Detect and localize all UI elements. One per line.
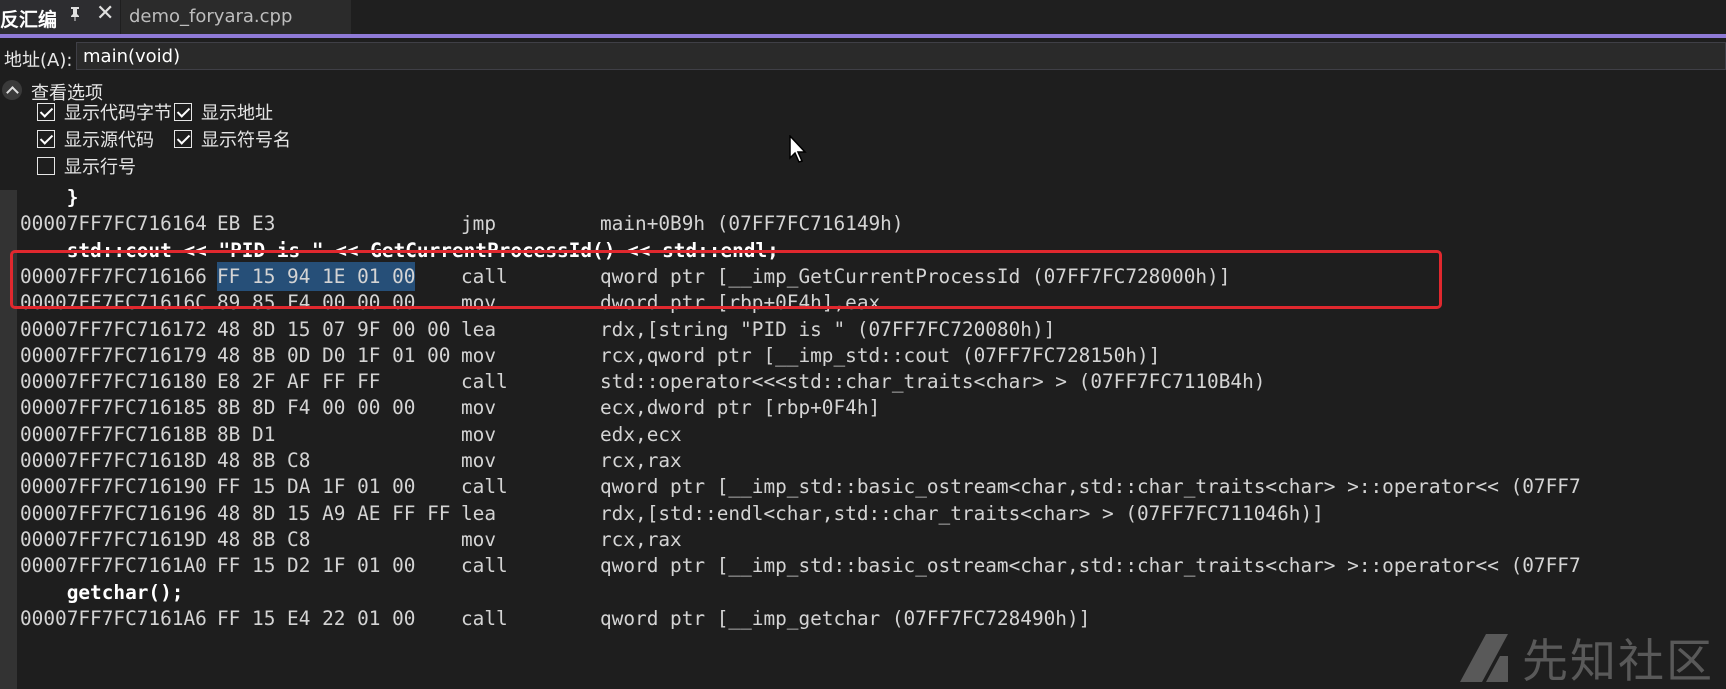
asm-args: qword ptr [__imp_getchar (07FF7FC728490h… xyxy=(600,606,1091,630)
asm-bytes: 8B D1 xyxy=(217,422,276,446)
asm-args: rcx,qword ptr [__imp_std::cout (07FF7FC7… xyxy=(600,343,1161,367)
asm-bytes: 48 8D 15 07 9F 00 00 xyxy=(217,317,451,341)
asm-addr: 00007FF7FC71618D xyxy=(20,449,207,472)
watermark-text: 先知社区 xyxy=(1522,634,1714,688)
asm-addr: 00007FF7FC71619D xyxy=(20,527,207,551)
checkbox-label: 显示代码字节 xyxy=(64,103,172,124)
tab-source-file-title: demo_foryara.cpp xyxy=(129,6,293,27)
checkbox-box[interactable] xyxy=(37,157,55,175)
asm-addr: 00007FF7FC716190 xyxy=(20,475,207,499)
highlight-annotation-box xyxy=(10,250,1442,309)
source-text: getchar(); xyxy=(20,580,184,604)
asm-bytes: 48 8B C8 xyxy=(217,527,311,551)
asm-op: mov xyxy=(461,422,497,446)
asm-bytes: 8B 8D F4 00 00 00 xyxy=(217,396,416,420)
asm-op: mov xyxy=(461,449,497,472)
asm-addr: 00007FF7FC716185 xyxy=(20,396,207,420)
asm-addr: 00007FF7FC7161A6 xyxy=(20,606,207,630)
pin-icon[interactable] xyxy=(68,6,82,26)
asm-args: qword ptr [__imp_std::basic_ostream<char… xyxy=(600,554,1581,578)
asm-bytes: 48 8D 15 A9 AE FF FF xyxy=(217,501,451,525)
checkbox-box[interactable] xyxy=(37,130,55,148)
asm-args: rcx,rax xyxy=(600,449,682,472)
asm-op: lea xyxy=(461,317,497,341)
watermark: 先知社区 xyxy=(1456,627,1718,689)
address-label: 地址(A): xyxy=(4,50,73,71)
asm-addr: 00007FF7FC7161A0 xyxy=(20,554,207,578)
checkbox-show-code-bytes[interactable]: 显示代码字节 xyxy=(37,99,172,125)
checkbox-show-source[interactable]: 显示源代码 xyxy=(37,126,154,152)
tab-source-file[interactable]: demo_foryara.cpp xyxy=(121,0,351,34)
asm-addr: 00007FF7FC716179 xyxy=(20,343,207,367)
asm-op: call xyxy=(461,370,508,394)
tab-disassembly-title: 反汇编 xyxy=(0,9,58,31)
asm-args: qword ptr [__imp_std::basic_ostream<char… xyxy=(600,475,1581,499)
source-text: } xyxy=(20,186,79,209)
asm-op: mov xyxy=(461,396,497,420)
asm-addr: 00007FF7FC716164 xyxy=(20,212,207,236)
asm-addr: 00007FF7FC716196 xyxy=(20,501,207,525)
view-options-panel: 查看选项 显示代码字节 显示地址 显示源代码 显示符号名 显示行号 xyxy=(0,76,1726,190)
asm-bytes: FF 15 E4 22 01 00 xyxy=(217,606,416,630)
asm-args: std::operator<<<std::char_traits<char> >… xyxy=(600,370,1266,394)
mouse-pointer-icon xyxy=(789,135,807,163)
asm-addr: 00007FF7FC716172 xyxy=(20,317,207,341)
asm-op: call xyxy=(461,554,508,578)
asm-args: ecx,dword ptr [rbp+0F4h] xyxy=(600,396,881,420)
disassembly-view[interactable]: } 00007FF7FC716164 EB E3 jmp main+0B9h (07FF… xyxy=(0,186,1726,689)
document-tab-strip: 反汇编 ✕ demo_foryara.cpp xyxy=(0,0,1726,34)
asm-op: lea xyxy=(461,501,497,525)
checkbox-show-address[interactable]: 显示地址 xyxy=(174,99,273,125)
checkbox-label: 显示行号 xyxy=(64,157,136,178)
close-icon[interactable]: ✕ xyxy=(96,3,114,25)
checkbox-show-line-numbers[interactable]: 显示行号 xyxy=(37,153,136,179)
asm-bytes: E8 2F AF FF FF xyxy=(217,370,381,394)
asm-op: mov xyxy=(461,527,497,551)
checkbox-label: 显示地址 xyxy=(201,103,273,124)
watermark-logo-icon xyxy=(1460,634,1508,682)
asm-op: mov xyxy=(461,343,497,367)
asm-args: rdx,[std::endl<char,std::char_traits<cha… xyxy=(600,501,1324,525)
asm-op: jmp xyxy=(461,212,497,236)
address-value: main(void) xyxy=(83,46,181,67)
checkbox-box[interactable] xyxy=(174,130,192,148)
checkbox-label: 显示源代码 xyxy=(64,130,154,151)
asm-args: main+0B9h (07FF7FC716149h) xyxy=(600,212,904,236)
asm-args: rdx,[string "PID is " (07FF7FC720080h)] xyxy=(600,317,1056,341)
address-bar: 地址(A): main(void) xyxy=(0,38,1726,74)
asm-op: call xyxy=(461,606,508,630)
checkbox-label: 显示符号名 xyxy=(201,130,291,151)
asm-args: edx,ecx xyxy=(600,422,682,446)
asm-bytes: FF 15 D2 1F 01 00 xyxy=(217,554,416,578)
checkbox-show-symbol-names[interactable]: 显示符号名 xyxy=(174,126,291,152)
address-input[interactable]: main(void) xyxy=(76,42,1726,70)
collapse-chevron-icon[interactable] xyxy=(2,80,22,100)
asm-addr: 00007FF7FC71618B xyxy=(20,422,207,446)
checkbox-box[interactable] xyxy=(174,103,192,121)
asm-bytes: 48 8B C8 xyxy=(217,449,311,472)
asm-bytes: 48 8B 0D D0 1F 01 00 xyxy=(217,343,451,367)
checkbox-box[interactable] xyxy=(37,103,55,121)
asm-args: rcx,rax xyxy=(600,527,682,551)
asm-op: call xyxy=(461,475,508,499)
asm-bytes: FF 15 DA 1F 01 00 xyxy=(217,475,416,499)
asm-bytes: EB E3 xyxy=(217,212,276,236)
asm-addr: 00007FF7FC716180 xyxy=(20,370,207,394)
tab-disassembly[interactable]: 反汇编 ✕ xyxy=(0,0,120,34)
